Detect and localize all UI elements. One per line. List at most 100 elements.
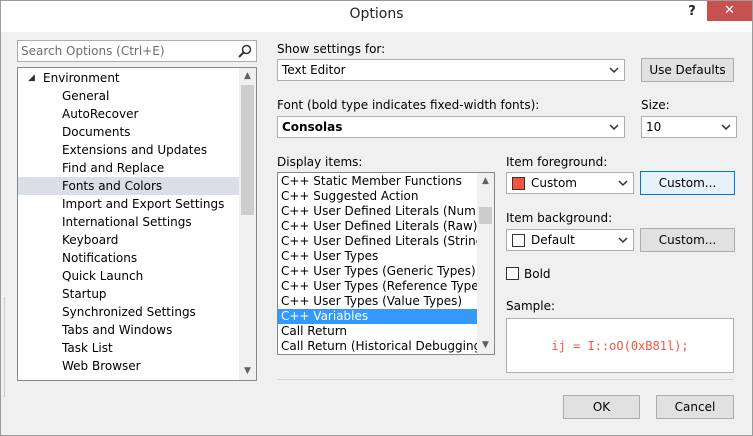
display-items-scroll-thumb[interactable]	[479, 207, 492, 224]
background-window-edge	[1, 297, 5, 397]
search-icon[interactable]	[237, 43, 253, 59]
chevron-down-icon	[618, 180, 628, 187]
tree-item-documents[interactable]: Documents	[18, 123, 240, 141]
ok-button[interactable]: OK	[563, 395, 640, 419]
display-items-list: C++ Static Member Functions C++ Suggeste…	[277, 172, 495, 355]
search-box[interactable]	[17, 40, 257, 62]
tree-scrollbar[interactable]: ▲ ▼	[239, 68, 256, 380]
tree-item-autorecover[interactable]: AutoRecover	[18, 105, 240, 123]
list-item[interactable]: C++ User Types	[278, 249, 477, 264]
tree-item-label: Synchronized Settings	[62, 305, 196, 319]
dialog-title: Options	[349, 6, 404, 22]
item-background-label: Item background:	[506, 211, 613, 225]
tree-item-fonts-and-colors[interactable]: Fonts and Colors	[18, 177, 240, 195]
tree-item-label: Fonts and Colors	[62, 179, 163, 193]
tree-item-quick-launch[interactable]: Quick Launch	[18, 267, 240, 285]
size-label: Size:	[641, 98, 670, 112]
chevron-down-icon	[618, 237, 628, 244]
tree-item-label: Quick Launch	[62, 269, 144, 283]
close-button[interactable]: ✕	[707, 1, 752, 21]
list-item[interactable]: Call Return (Historical Debugging)	[278, 339, 486, 354]
list-item[interactable]: C++ User Types (Value Types)	[278, 294, 477, 309]
tree-item-label: Extensions and Updates	[62, 143, 208, 157]
options-dialog: Options ? ✕ ◢ Environment General AutoRe…	[0, 0, 753, 436]
tree-item-label: Notifications	[62, 251, 138, 265]
list-item[interactable]: C++ User Defined Literals (Number)	[278, 204, 494, 219]
tree-item-tabs-and-windows[interactable]: Tabs and Windows	[18, 321, 240, 339]
background-custom-button[interactable]: Custom...	[640, 228, 735, 252]
tree-item-environment[interactable]: ◢ Environment	[18, 69, 240, 87]
tree-item-startup[interactable]: Startup	[18, 285, 240, 303]
sample-text: ij = I::oO(0xB81l);	[551, 339, 689, 353]
foreground-color-swatch	[512, 177, 525, 190]
tree-item-label: General	[62, 89, 110, 103]
tree-item-label: Import and Export Settings	[62, 197, 225, 211]
tree-item-label: Keyboard	[62, 233, 119, 247]
display-items-scrollbar[interactable]: ▲ ▼	[477, 173, 494, 354]
scroll-up-icon[interactable]: ▲	[239, 68, 256, 85]
tree-item-notifications[interactable]: Notifications	[18, 249, 240, 267]
item-background-value: Default	[531, 233, 575, 247]
tree-item-general[interactable]: General	[18, 87, 240, 105]
options-tree: ◢ Environment General AutoRecover Docume…	[17, 67, 257, 381]
font-value: Consolas	[282, 120, 343, 134]
search-input[interactable]	[21, 43, 233, 59]
item-foreground-value: Custom	[531, 176, 577, 190]
tree-item-keyboard[interactable]: Keyboard	[18, 231, 240, 249]
list-item[interactable]: Call Return	[278, 324, 477, 339]
tree-item-extensions-and-updates[interactable]: Extensions and Updates	[18, 141, 240, 159]
list-item-selected[interactable]: C++ Variables	[278, 309, 477, 324]
list-item[interactable]: C++ User Defined Literals (String)	[278, 234, 488, 249]
sample-label: Sample:	[506, 299, 556, 313]
sample-preview: ij = I::oO(0xB81l);	[506, 318, 734, 373]
scroll-down-icon[interactable]: ▼	[239, 363, 256, 380]
bold-label: Bold	[524, 267, 551, 281]
tree-item-web-browser[interactable]: Web Browser	[18, 357, 240, 375]
tree-item-international-settings[interactable]: International Settings	[18, 213, 240, 231]
chevron-down-icon	[609, 124, 619, 131]
tree-item-label: International Settings	[62, 215, 192, 229]
expanded-triangle-icon[interactable]: ◢	[28, 69, 35, 87]
tree-item-label: Task List	[62, 341, 113, 355]
item-foreground-label: Item foreground:	[506, 155, 608, 169]
item-background-dropdown[interactable]: Default	[506, 229, 634, 251]
tree-item-label: Find and Replace	[62, 161, 165, 175]
chevron-down-icon	[609, 67, 619, 74]
display-items-label: Display items:	[277, 155, 363, 169]
chevron-down-icon	[721, 124, 731, 131]
list-item[interactable]: C++ User Types (Reference Types)	[278, 279, 490, 294]
show-settings-value: Text Editor	[282, 63, 346, 77]
tree-item-label: AutoRecover	[62, 107, 139, 121]
font-label: Font (bold type indicates fixed-width fo…	[277, 98, 540, 112]
list-item[interactable]: C++ Static Member Functions	[278, 174, 477, 189]
tree-item-label: Web Browser	[62, 359, 141, 373]
use-defaults-button[interactable]: Use Defaults	[641, 58, 734, 82]
tree-item-task-list[interactable]: Task List	[18, 339, 240, 357]
tree-scroll-thumb[interactable]	[241, 85, 254, 215]
title-bar: Options ? ✕	[1, 1, 752, 32]
size-dropdown[interactable]: 10	[641, 116, 737, 138]
font-dropdown[interactable]: Consolas	[277, 116, 625, 138]
show-settings-dropdown[interactable]: Text Editor	[277, 59, 625, 81]
scroll-up-icon[interactable]: ▲	[477, 173, 494, 190]
scroll-down-icon[interactable]: ▼	[477, 337, 494, 354]
foreground-custom-button[interactable]: Custom...	[640, 171, 735, 195]
tree-item-import-and-export-settings[interactable]: Import and Export Settings	[18, 195, 240, 213]
tree-item-find-and-replace[interactable]: Find and Replace	[18, 159, 240, 177]
show-settings-label: Show settings for:	[277, 42, 386, 56]
cancel-button[interactable]: Cancel	[656, 395, 734, 419]
tree-item-label: Tabs and Windows	[62, 323, 173, 337]
list-item[interactable]: C++ User Defined Literals (Raw)	[278, 219, 477, 234]
bold-checkbox[interactable]	[506, 267, 519, 280]
background-color-swatch	[512, 234, 525, 247]
list-item[interactable]: C++ User Types (Generic Types)	[278, 264, 477, 279]
list-item[interactable]: C++ Suggested Action	[278, 189, 477, 204]
size-value: 10	[646, 120, 662, 134]
close-icon: ✕	[724, 3, 735, 18]
tree-item-label: Startup	[62, 287, 107, 301]
tree-item-label: Environment	[43, 71, 120, 85]
item-foreground-dropdown[interactable]: Custom	[506, 172, 634, 194]
help-button[interactable]: ?	[684, 4, 700, 22]
tree-item-synchronized-settings[interactable]: Synchronized Settings	[18, 303, 240, 321]
tree-item-label: Documents	[62, 125, 131, 139]
